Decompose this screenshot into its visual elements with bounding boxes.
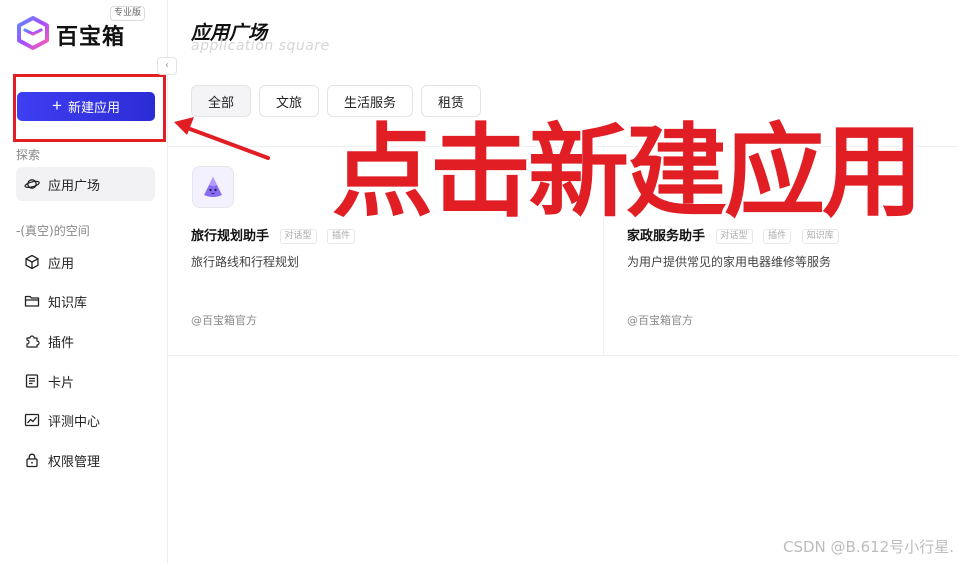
watermark: CSDN @B.612号小行星. xyxy=(783,538,954,556)
sidebar-item-label: 应用 xyxy=(48,256,75,272)
sidebar-item-label: 应用广场 xyxy=(48,178,101,194)
plus-icon: + xyxy=(52,96,62,115)
app-name: 家政服务助手 xyxy=(627,229,706,244)
sidebar-item-evaluation[interactable]: 评测中心 xyxy=(16,403,155,437)
tag-chat: 对话型 xyxy=(715,229,753,244)
brand-name: 百宝箱 xyxy=(56,25,126,50)
chevron-left-icon: ‹ xyxy=(165,60,169,71)
sidebar-item-label: 卡片 xyxy=(48,375,75,391)
edition-badge: 专业版 xyxy=(110,6,146,21)
sidebar-item-permissions[interactable]: 权限管理 xyxy=(16,443,155,477)
page-subtitle: application square xyxy=(191,38,330,54)
sidebar-collapse-button[interactable]: ‹ xyxy=(157,57,177,75)
app-description: 旅行路线和行程规划 xyxy=(191,255,300,269)
sidebar-item-apps[interactable]: 应用 xyxy=(16,245,155,279)
tag-plugin: 插件 xyxy=(327,229,356,244)
sidebar-item-label: 知识库 xyxy=(48,295,88,311)
sidebar-item-label: 评测中心 xyxy=(48,414,101,430)
tab-culture-travel[interactable]: 文旅 xyxy=(259,85,320,117)
chart-icon xyxy=(24,413,40,427)
section-label-space: -(真空)的空间 xyxy=(16,224,90,238)
new-app-label: 新建应用 xyxy=(67,100,120,115)
sidebar-item-knowledge-base[interactable]: 知识库 xyxy=(16,284,155,318)
main-content: 应用广场 application square 全部 文旅 生活服务 租赁 旅行… xyxy=(168,0,958,563)
sidebar-item-label: 插件 xyxy=(48,335,75,351)
new-app-button[interactable]: + 新建应用 xyxy=(17,92,155,121)
sidebar-item-label: 权限管理 xyxy=(48,454,101,470)
app-name: 旅行规划助手 xyxy=(191,229,270,244)
puzzle-icon xyxy=(26,335,40,348)
tag-plugin: 插件 xyxy=(763,229,792,244)
app-description: 为用户提供常见的家用电器维修等服务 xyxy=(627,255,832,269)
sidebar-item-app-square[interactable]: 应用广场 xyxy=(16,167,155,201)
sidebar-item-cards[interactable]: 卡片 xyxy=(16,364,155,398)
folder-icon xyxy=(24,295,40,307)
app-author: @百宝箱官方 xyxy=(191,314,257,327)
sidebar-item-plugins[interactable]: 插件 xyxy=(16,324,155,358)
app-avatar xyxy=(192,166,234,208)
app-author: @百宝箱官方 xyxy=(627,314,693,327)
card-icon xyxy=(25,374,39,388)
lock-icon xyxy=(26,453,38,468)
app-card-title: 旅行规划助手 对话型 插件 xyxy=(191,225,356,244)
planet-icon xyxy=(24,179,40,189)
purple-mascot-icon xyxy=(204,177,222,197)
tab-all[interactable]: 全部 xyxy=(191,85,252,117)
cube-icon xyxy=(25,254,39,270)
tag-knowledge: 知识库 xyxy=(801,229,839,244)
tag-chat: 对话型 xyxy=(279,229,317,244)
divider xyxy=(168,355,958,356)
section-label-explore: 探索 xyxy=(16,148,41,162)
logo-icon xyxy=(17,16,49,50)
sidebar: 百宝箱 专业版 ‹ + 新建应用 探索 应用广场 -(真空)的空间 应用 知识库… xyxy=(0,0,177,563)
annotation-text: 点击新建应用 xyxy=(332,113,923,231)
